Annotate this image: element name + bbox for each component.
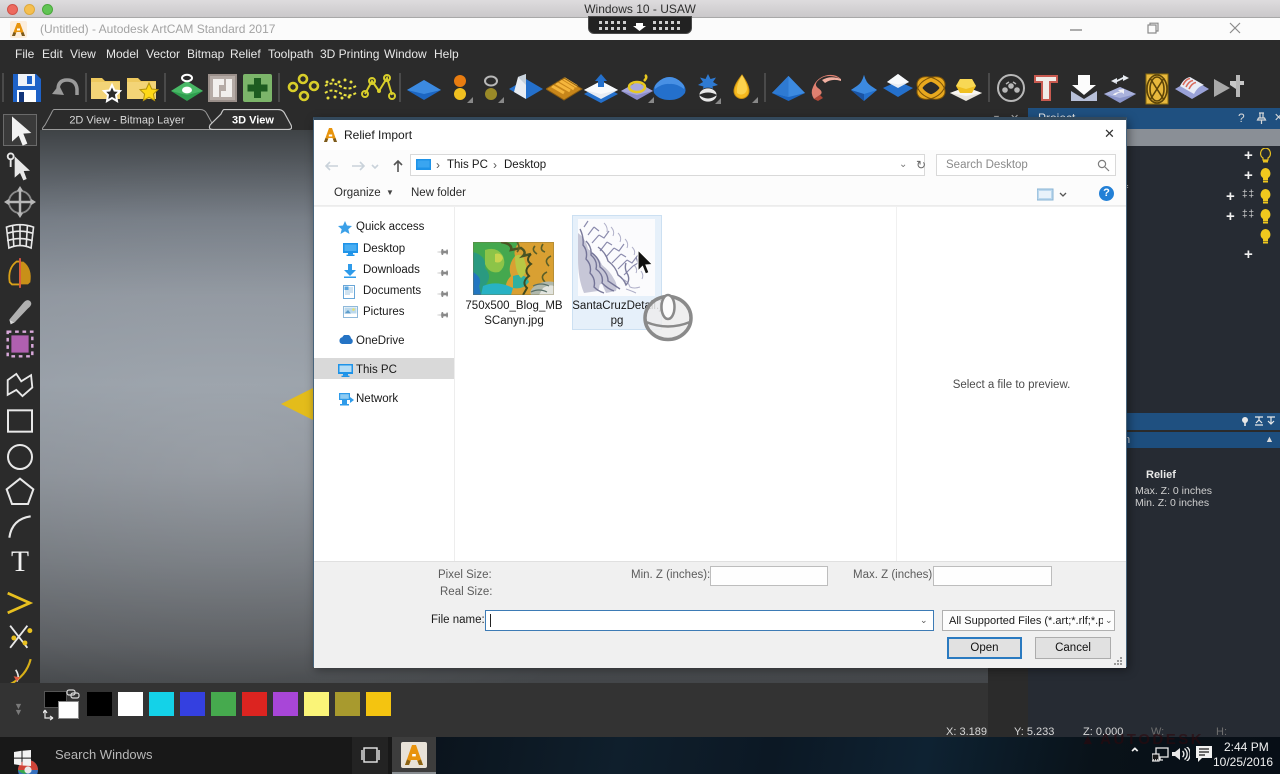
svg-text:3D View: 3D View [232,115,274,127]
svg-text:T: T [11,546,29,577]
svg-text:2D View - Bitmap Layer: 2D View - Bitmap Layer [69,115,185,127]
